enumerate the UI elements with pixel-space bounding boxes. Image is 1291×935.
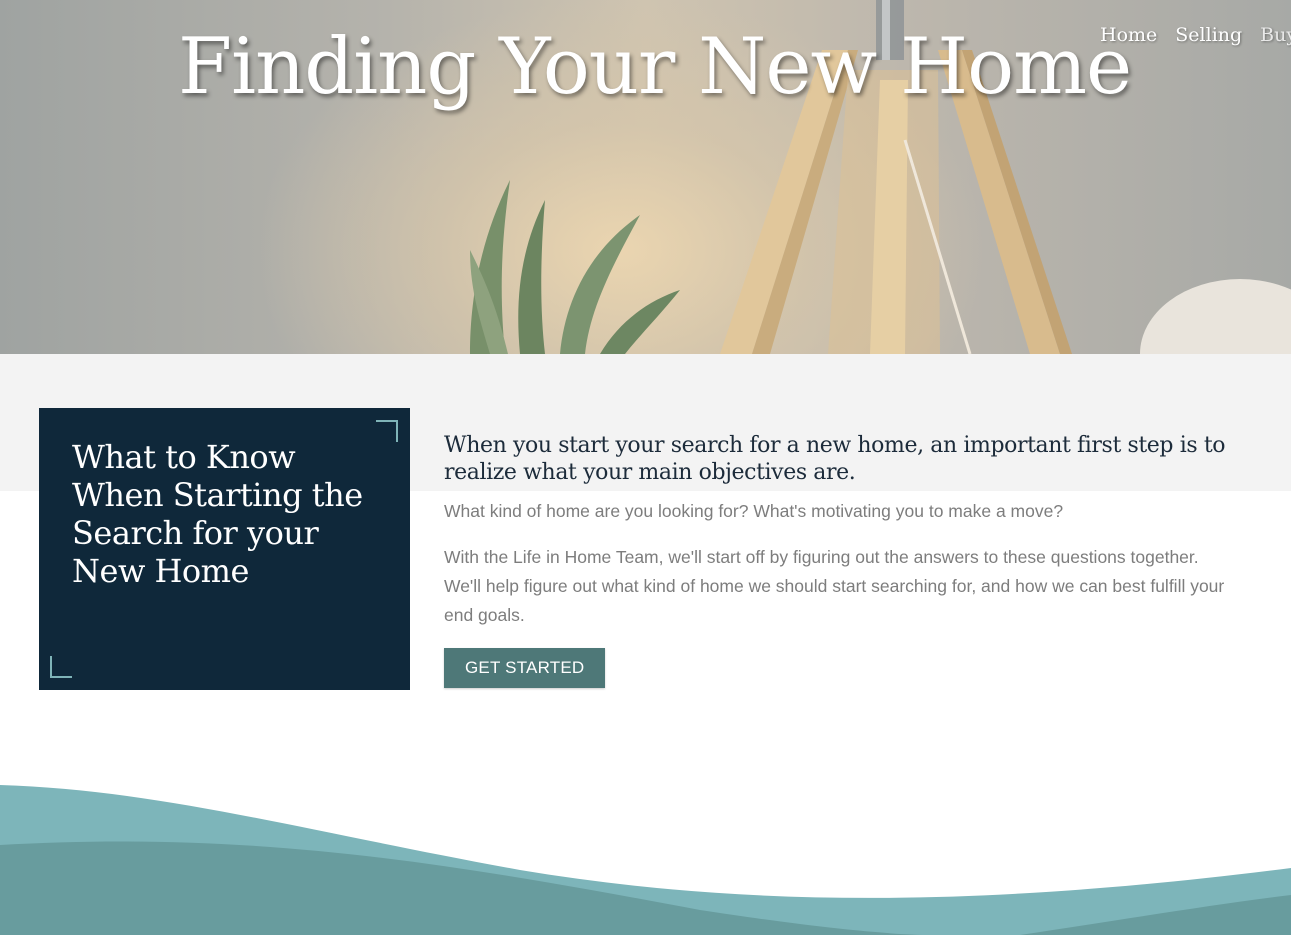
nav-item-buying[interactable]: Buyi	[1260, 24, 1291, 46]
get-started-button[interactable]: GET STARTED	[444, 648, 606, 688]
content-paragraph-2: With the Life in Home Team, we'll start …	[444, 547, 1225, 625]
content-heading: When you start your search for a new hom…	[444, 433, 1226, 485]
nav-item-home[interactable]: Home	[1100, 24, 1157, 46]
page: Finding Your New Home Home Selling Buyi …	[0, 0, 1291, 935]
hero-title: Finding Your New Home	[178, 22, 1132, 112]
decorative-waves	[0, 785, 1291, 935]
nav-item-selling[interactable]: Selling	[1175, 24, 1242, 46]
intro-card: What to Know When Starting the Search fo…	[39, 408, 410, 690]
card-title: What to Know When Starting the Search fo…	[72, 438, 363, 590]
intro-content: When you start your search for a new hom…	[444, 432, 1234, 688]
content-paragraph-1: What kind of home are you looking for? W…	[444, 501, 1064, 521]
corner-bracket-bottom-left	[50, 656, 72, 678]
hero-banner: Finding Your New Home Home Selling Buyi	[0, 0, 1291, 354]
main-nav: Home Selling Buyi	[1100, 24, 1291, 46]
